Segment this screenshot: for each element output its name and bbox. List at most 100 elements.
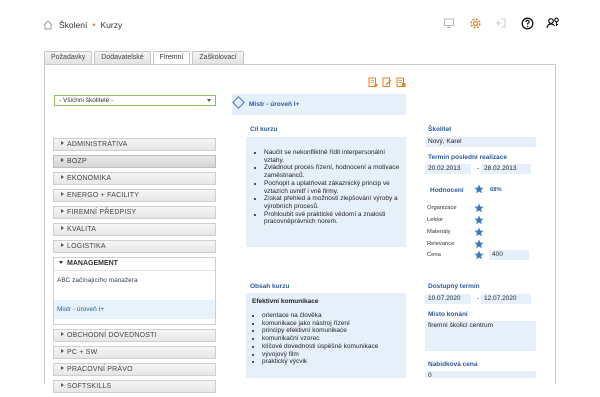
chevron-right-icon bbox=[61, 192, 64, 196]
category-label: OBCHODNÍ DOVEDNOSTI bbox=[67, 332, 157, 339]
chevron-right-icon bbox=[61, 243, 64, 247]
trainer-filter-select[interactable]: - Všichni školitelé - bbox=[54, 95, 216, 106]
category-bozp[interactable]: BOZP bbox=[53, 155, 216, 168]
category-label: MANAGEMENT bbox=[67, 260, 118, 267]
available-term-label: Dostupný termín bbox=[428, 283, 480, 290]
chevron-right-icon bbox=[61, 175, 64, 179]
settings-gear-icon[interactable] bbox=[468, 16, 482, 30]
chevron-right-icon bbox=[61, 332, 64, 336]
category-label: SOFTSKILLS bbox=[67, 383, 112, 390]
category-label: FIREMNÍ PŘEDPISY bbox=[67, 209, 137, 216]
last-from-box: 20.02.2013 bbox=[425, 164, 471, 174]
last-to-value: 28.02.2013 bbox=[484, 165, 517, 172]
category-label: EKONOMIKA bbox=[67, 175, 112, 182]
content-subtitle: Efektivní komunikace bbox=[252, 298, 319, 305]
goal-box: Naučit se nekonfliktně řídit interperson… bbox=[246, 137, 406, 247]
rating-label: Hodnocení bbox=[430, 187, 464, 194]
last-realization-label: Termín poslední realizace bbox=[428, 154, 507, 161]
tab-firemni[interactable]: Firemní bbox=[152, 51, 191, 65]
rating-row-label: Cena bbox=[427, 252, 441, 258]
copy-course-icon[interactable] bbox=[396, 77, 406, 88]
category-label: PRACOVNÍ PRÁVO bbox=[67, 366, 133, 373]
last-from-value: 20.02.2013 bbox=[428, 165, 461, 172]
content-item: orientace na člověka bbox=[262, 312, 406, 320]
star-icon bbox=[474, 184, 484, 194]
goal-item: Zvládnout proces řízení, hodnocení a mot… bbox=[264, 164, 406, 179]
chevron-right-icon bbox=[61, 226, 64, 230]
category-obchodni-dovednosti[interactable]: OBCHODNÍ DOVEDNOSTI bbox=[53, 329, 216, 342]
chevron-right-icon bbox=[61, 366, 64, 370]
content-box: Efektivní komunikace orientace na člověk… bbox=[246, 293, 406, 378]
category-list: ADMINISTRATIVA BOZP EKONOMIKA ENERGO + F… bbox=[53, 138, 216, 397]
price-rating-value: 400 bbox=[489, 250, 529, 260]
category-management[interactable]: MANAGEMENT bbox=[54, 258, 215, 271]
trainer-value: Nový, Karel bbox=[428, 138, 462, 145]
content-title: Obsah kurzu bbox=[250, 283, 290, 290]
course-item-mistr[interactable]: Mistr - úroveň I+ bbox=[54, 300, 215, 319]
star-icon bbox=[474, 215, 484, 225]
offer-price-value: 0 bbox=[428, 372, 432, 378]
course-item-abc[interactable]: ABC začínajícího manažera bbox=[54, 271, 215, 290]
content-item: principy efektivní komunikace bbox=[262, 327, 406, 335]
course-title-bar: Mistr - úroveň I+ bbox=[232, 94, 406, 115]
tab-zaskolovaci[interactable]: Zaškolovací bbox=[192, 51, 244, 64]
chevron-down-icon bbox=[59, 261, 63, 264]
category-logistika[interactable]: LOGISTIKA bbox=[53, 240, 216, 253]
breadcrumb: Školení • Kurzy bbox=[43, 20, 122, 30]
help-icon[interactable] bbox=[520, 16, 534, 30]
course-actions bbox=[368, 77, 406, 88]
rating-row-cena: Cena 400 bbox=[427, 250, 529, 260]
add-course-icon[interactable] bbox=[368, 77, 378, 88]
breadcrumb-item-kurzy: Kurzy bbox=[100, 20, 123, 30]
home-icon[interactable] bbox=[43, 20, 53, 30]
place-value-box: firemní školicí centrum bbox=[425, 321, 536, 351]
trainer-label: Školitel bbox=[428, 126, 452, 133]
tab-bar: Požadavky Dodavatelské Firemní Zaškolova… bbox=[44, 51, 244, 65]
rating-row-relevance: Relevance bbox=[427, 239, 484, 249]
category-label: ENERGO + FACILITY bbox=[67, 192, 140, 199]
star-icon bbox=[474, 203, 484, 213]
rating-row-label: Lektor bbox=[427, 217, 444, 223]
tab-dodavatelske[interactable]: Dodavatelské bbox=[94, 51, 151, 64]
avail-to-value: 12.07.2020 bbox=[484, 295, 517, 302]
category-energo-facility[interactable]: ENERGO + FACILITY bbox=[53, 189, 216, 202]
breadcrumb-item-skoleni[interactable]: Školení bbox=[59, 20, 87, 30]
category-firemni-predpisy[interactable]: FIREMNÍ PŘEDPISY bbox=[53, 206, 216, 219]
offer-price-box: 0 bbox=[425, 371, 536, 378]
trainer-filter-value: - Všichni školitelé - bbox=[59, 97, 114, 104]
logout-icon[interactable] bbox=[494, 16, 508, 30]
category-softskills[interactable]: SOFTSKILLS bbox=[53, 380, 216, 393]
chevron-right-icon bbox=[61, 383, 64, 387]
content-list: orientace na člověka komunikace jako nás… bbox=[252, 312, 406, 366]
top-icons bbox=[442, 16, 560, 30]
monitor-icon[interactable] bbox=[442, 16, 456, 30]
rating-row-label: Organizace bbox=[427, 205, 457, 211]
category-pc-sw[interactable]: PC + SW bbox=[53, 346, 216, 359]
chevron-right-icon bbox=[61, 209, 64, 213]
trainer-value-box: Nový, Karel bbox=[425, 137, 536, 147]
edit-course-icon[interactable] bbox=[382, 77, 392, 88]
avail-from-box: 10.07.2020 bbox=[425, 294, 471, 304]
avail-from-value: 10.07.2020 bbox=[428, 295, 461, 302]
rating-row-label: Relevance bbox=[427, 241, 455, 247]
star-icon bbox=[474, 250, 484, 260]
category-ekonomika[interactable]: EKONOMIKA bbox=[53, 172, 216, 185]
goal-item: Pochopit a uplatňovat zákaznický princip… bbox=[264, 180, 406, 195]
course-title: Mistr - úroveň I+ bbox=[249, 101, 300, 108]
chevron-right-icon bbox=[61, 141, 64, 145]
offer-price-label: Nabídková cena bbox=[428, 361, 478, 368]
top-bar: Školení • Kurzy bbox=[0, 0, 600, 46]
tab-pozadavky[interactable]: Požadavky bbox=[44, 51, 93, 64]
diamond-icon bbox=[232, 96, 245, 109]
goal-list: Naučit se nekonfliktně řídit interperson… bbox=[254, 149, 406, 226]
rating-percent: 68% bbox=[490, 187, 502, 193]
category-administrativa[interactable]: ADMINISTRATIVA bbox=[53, 138, 216, 151]
chevron-right-icon bbox=[61, 158, 64, 162]
avail-to-box: 12.07.2020 bbox=[481, 294, 531, 304]
rating-row-label: Materiály bbox=[427, 229, 451, 235]
user-key-icon[interactable] bbox=[546, 16, 560, 30]
goal-item: Prohloubit své praktické vědomí a znalos… bbox=[264, 211, 406, 226]
goal-item: Získat přehled a možnosti zlepšování výr… bbox=[264, 195, 406, 210]
category-pracovni-pravo[interactable]: PRACOVNÍ PRÁVO bbox=[53, 363, 216, 376]
category-kvalita[interactable]: KVALITA bbox=[53, 223, 216, 236]
